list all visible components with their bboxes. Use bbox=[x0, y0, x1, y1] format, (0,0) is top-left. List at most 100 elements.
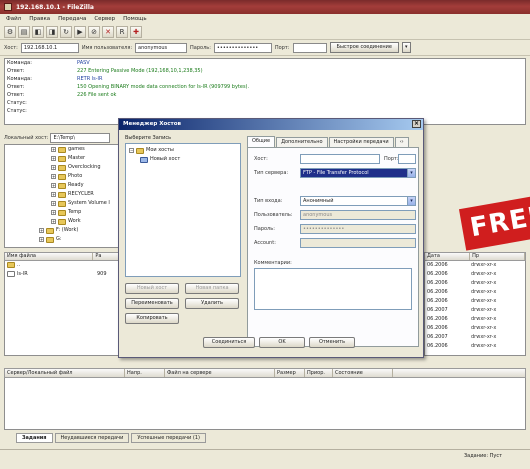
remote-file-row[interactable]: 06.2006 drwxr-xr-x bbox=[425, 261, 525, 270]
expand-icon[interactable]: + bbox=[51, 174, 56, 179]
expand-icon[interactable]: + bbox=[51, 183, 56, 188]
new-folder-button[interactable]: Новая папка bbox=[185, 283, 239, 294]
col-date[interactable]: Дата bbox=[425, 253, 471, 260]
remote-file-row[interactable]: 06.2006 drwxr-xr-x bbox=[425, 315, 525, 324]
server-type-select[interactable]: FTP - File Transfer Protocol ▾ bbox=[300, 168, 416, 178]
expand-icon[interactable]: + bbox=[51, 210, 56, 215]
remote-file-row[interactable]: 06.2006 drwxr-xr-x bbox=[425, 270, 525, 279]
expand-icon[interactable]: + bbox=[39, 228, 44, 233]
logon-type-select[interactable]: Анонимный ▾ bbox=[300, 196, 416, 206]
tree-folder-item[interactable]: + games bbox=[5, 145, 119, 154]
rename-button[interactable]: Переименовать bbox=[125, 298, 179, 309]
menu-help[interactable]: Помощь bbox=[123, 16, 146, 22]
comments-textarea[interactable] bbox=[254, 268, 412, 310]
col-priority[interactable]: Приор. bbox=[305, 369, 333, 377]
chevron-down-icon[interactable]: ▾ bbox=[407, 197, 415, 205]
menu-file[interactable]: Файл bbox=[6, 16, 21, 22]
local-file-list[interactable]: .. ls-lR 909 bbox=[4, 261, 120, 356]
expand-icon[interactable]: + bbox=[39, 237, 44, 242]
expand-icon[interactable]: + bbox=[51, 147, 56, 152]
site-port-input[interactable] bbox=[398, 154, 416, 164]
user-field-input[interactable]: anonymous bbox=[300, 210, 416, 220]
menu-transfer[interactable]: Передача bbox=[58, 16, 86, 22]
toggle-remote-icon[interactable]: ◨ bbox=[46, 25, 58, 38]
collapse-icon[interactable]: − bbox=[129, 148, 134, 153]
ok-button[interactable]: OK bbox=[259, 337, 305, 348]
quickconnect-button[interactable]: Быстрое соединение bbox=[329, 42, 399, 53]
local-file-row[interactable]: ls-lR 909 bbox=[5, 270, 119, 279]
tree-folder-item[interactable]: + System Volume I bbox=[5, 199, 119, 208]
col-size[interactable]: Ра bbox=[93, 253, 119, 260]
expand-icon[interactable]: + bbox=[51, 192, 56, 197]
col-perms[interactable]: Пр bbox=[470, 253, 525, 260]
tree-folder-item[interactable]: + Overclocking bbox=[5, 163, 119, 172]
reconnect-icon[interactable]: R bbox=[116, 25, 128, 38]
tab-queued[interactable]: Задания bbox=[16, 433, 53, 443]
menu-edit[interactable]: Правка bbox=[29, 16, 50, 22]
tab-general[interactable]: Общие bbox=[247, 136, 276, 147]
site-tree[interactable]: − Мои хосты Новый хост bbox=[125, 143, 241, 277]
new-site-button[interactable]: Новый хост bbox=[125, 283, 179, 294]
menu-server[interactable]: Сервер bbox=[94, 16, 115, 22]
remote-file-row[interactable]: 06.2006 drwxr-xr-x bbox=[425, 279, 525, 288]
remote-file-row[interactable]: 06.2007 drwxr-xr-x bbox=[425, 333, 525, 342]
remote-file-row[interactable]: 06.2006 drwxr-xr-x bbox=[425, 342, 525, 351]
tab-failed[interactable]: Неудавшиеся передачи bbox=[54, 433, 130, 443]
pass-field-input[interactable]: •••••••••••••• bbox=[300, 224, 416, 234]
local-path-input[interactable]: E:\Temp\ bbox=[50, 132, 111, 143]
tree-root-item[interactable]: − Мои хосты bbox=[126, 146, 240, 155]
col-server-local[interactable]: Сервер/Локальный файл bbox=[5, 369, 125, 377]
message-log[interactable]: Команда: PASV Ответ: 227 Entering Passive M… bbox=[4, 58, 526, 125]
tree-folder-item[interactable]: + Temp bbox=[5, 208, 119, 217]
filter-icon[interactable]: ✚ bbox=[130, 25, 142, 38]
refresh-icon[interactable]: ↻ bbox=[60, 25, 72, 38]
expand-icon[interactable]: + bbox=[51, 219, 56, 224]
tree-folder-item[interactable]: + Master bbox=[5, 154, 119, 163]
cancel-icon[interactable]: ⊘ bbox=[88, 25, 100, 38]
tree-site-item[interactable]: Новый хост bbox=[126, 155, 240, 164]
col-remote-file[interactable]: Файл на сервере bbox=[165, 369, 275, 377]
tab-transfer-settings[interactable]: Настройки передачи bbox=[328, 137, 394, 147]
tab-advanced[interactable]: Дополнительно bbox=[276, 137, 328, 147]
remote-file-list[interactable]: 06.2006 drwxr-xr-x 06.2006 drwxr-xr-x 06.200… bbox=[424, 261, 526, 356]
tree-folder-item[interactable]: + Ready bbox=[5, 181, 119, 190]
copy-button[interactable]: Копировать bbox=[125, 313, 179, 324]
col-direction[interactable]: Напр. bbox=[125, 369, 165, 377]
toggle-tree-icon[interactable]: ◧ bbox=[32, 25, 44, 38]
tree-folder-item[interactable]: + RECYCLER bbox=[5, 190, 119, 199]
tree-folder-item[interactable]: + Photo bbox=[5, 172, 119, 181]
col-filename[interactable]: Имя файла bbox=[5, 253, 94, 260]
remote-file-row[interactable]: 06.2007 drwxr-xr-x bbox=[425, 306, 525, 315]
pass-input[interactable]: •••••••••••••• bbox=[213, 42, 272, 53]
site-host-input[interactable] bbox=[300, 154, 380, 164]
port-input[interactable] bbox=[292, 42, 327, 53]
col-status[interactable]: Состояние bbox=[333, 369, 393, 377]
tree-folder-item[interactable]: + G: bbox=[5, 235, 119, 244]
quickconnect-dropdown-icon[interactable]: ▾ bbox=[401, 42, 411, 53]
tree-folder-item[interactable]: + Work bbox=[5, 217, 119, 226]
tree-folder-item[interactable]: + F: (Work) bbox=[5, 226, 119, 235]
expand-icon[interactable]: + bbox=[51, 156, 56, 161]
local-file-row[interactable]: .. bbox=[5, 261, 119, 270]
dialog-close-icon[interactable]: × bbox=[412, 120, 421, 128]
col-qsize[interactable]: Размер bbox=[275, 369, 305, 377]
transfer-queue[interactable] bbox=[4, 378, 526, 430]
delete-button[interactable]: Удалить bbox=[185, 298, 239, 309]
expand-icon[interactable]: + bbox=[51, 201, 56, 206]
tab-successful[interactable]: Успешные передачи (1) bbox=[131, 433, 206, 443]
cancel-button[interactable]: Отменить bbox=[309, 337, 355, 348]
site-manager-icon[interactable]: ⚙ bbox=[4, 25, 16, 38]
toggle-log-icon[interactable]: ▤ bbox=[18, 25, 30, 38]
remote-file-row[interactable]: 06.2006 drwxr-xr-x bbox=[425, 288, 525, 297]
user-input[interactable]: anonymous bbox=[135, 42, 188, 53]
process-queue-icon[interactable]: ▶ bbox=[74, 25, 86, 38]
remote-file-row[interactable]: 06.2006 drwxr-xr-x bbox=[425, 297, 525, 306]
connect-button[interactable]: Соединиться bbox=[203, 337, 255, 348]
chevron-down-icon[interactable]: ▾ bbox=[407, 169, 415, 177]
remote-file-row[interactable]: 06.2006 drwxr-xr-x bbox=[425, 324, 525, 333]
local-tree[interactable]: + games + Master + Overclocking + Photo + Ready + R… bbox=[4, 144, 120, 248]
tab-scroll-icon[interactable]: ‹› bbox=[394, 137, 409, 147]
account-input[interactable] bbox=[300, 238, 416, 248]
host-input[interactable]: 192.168.10.1 bbox=[20, 42, 79, 53]
expand-icon[interactable]: + bbox=[51, 165, 56, 170]
